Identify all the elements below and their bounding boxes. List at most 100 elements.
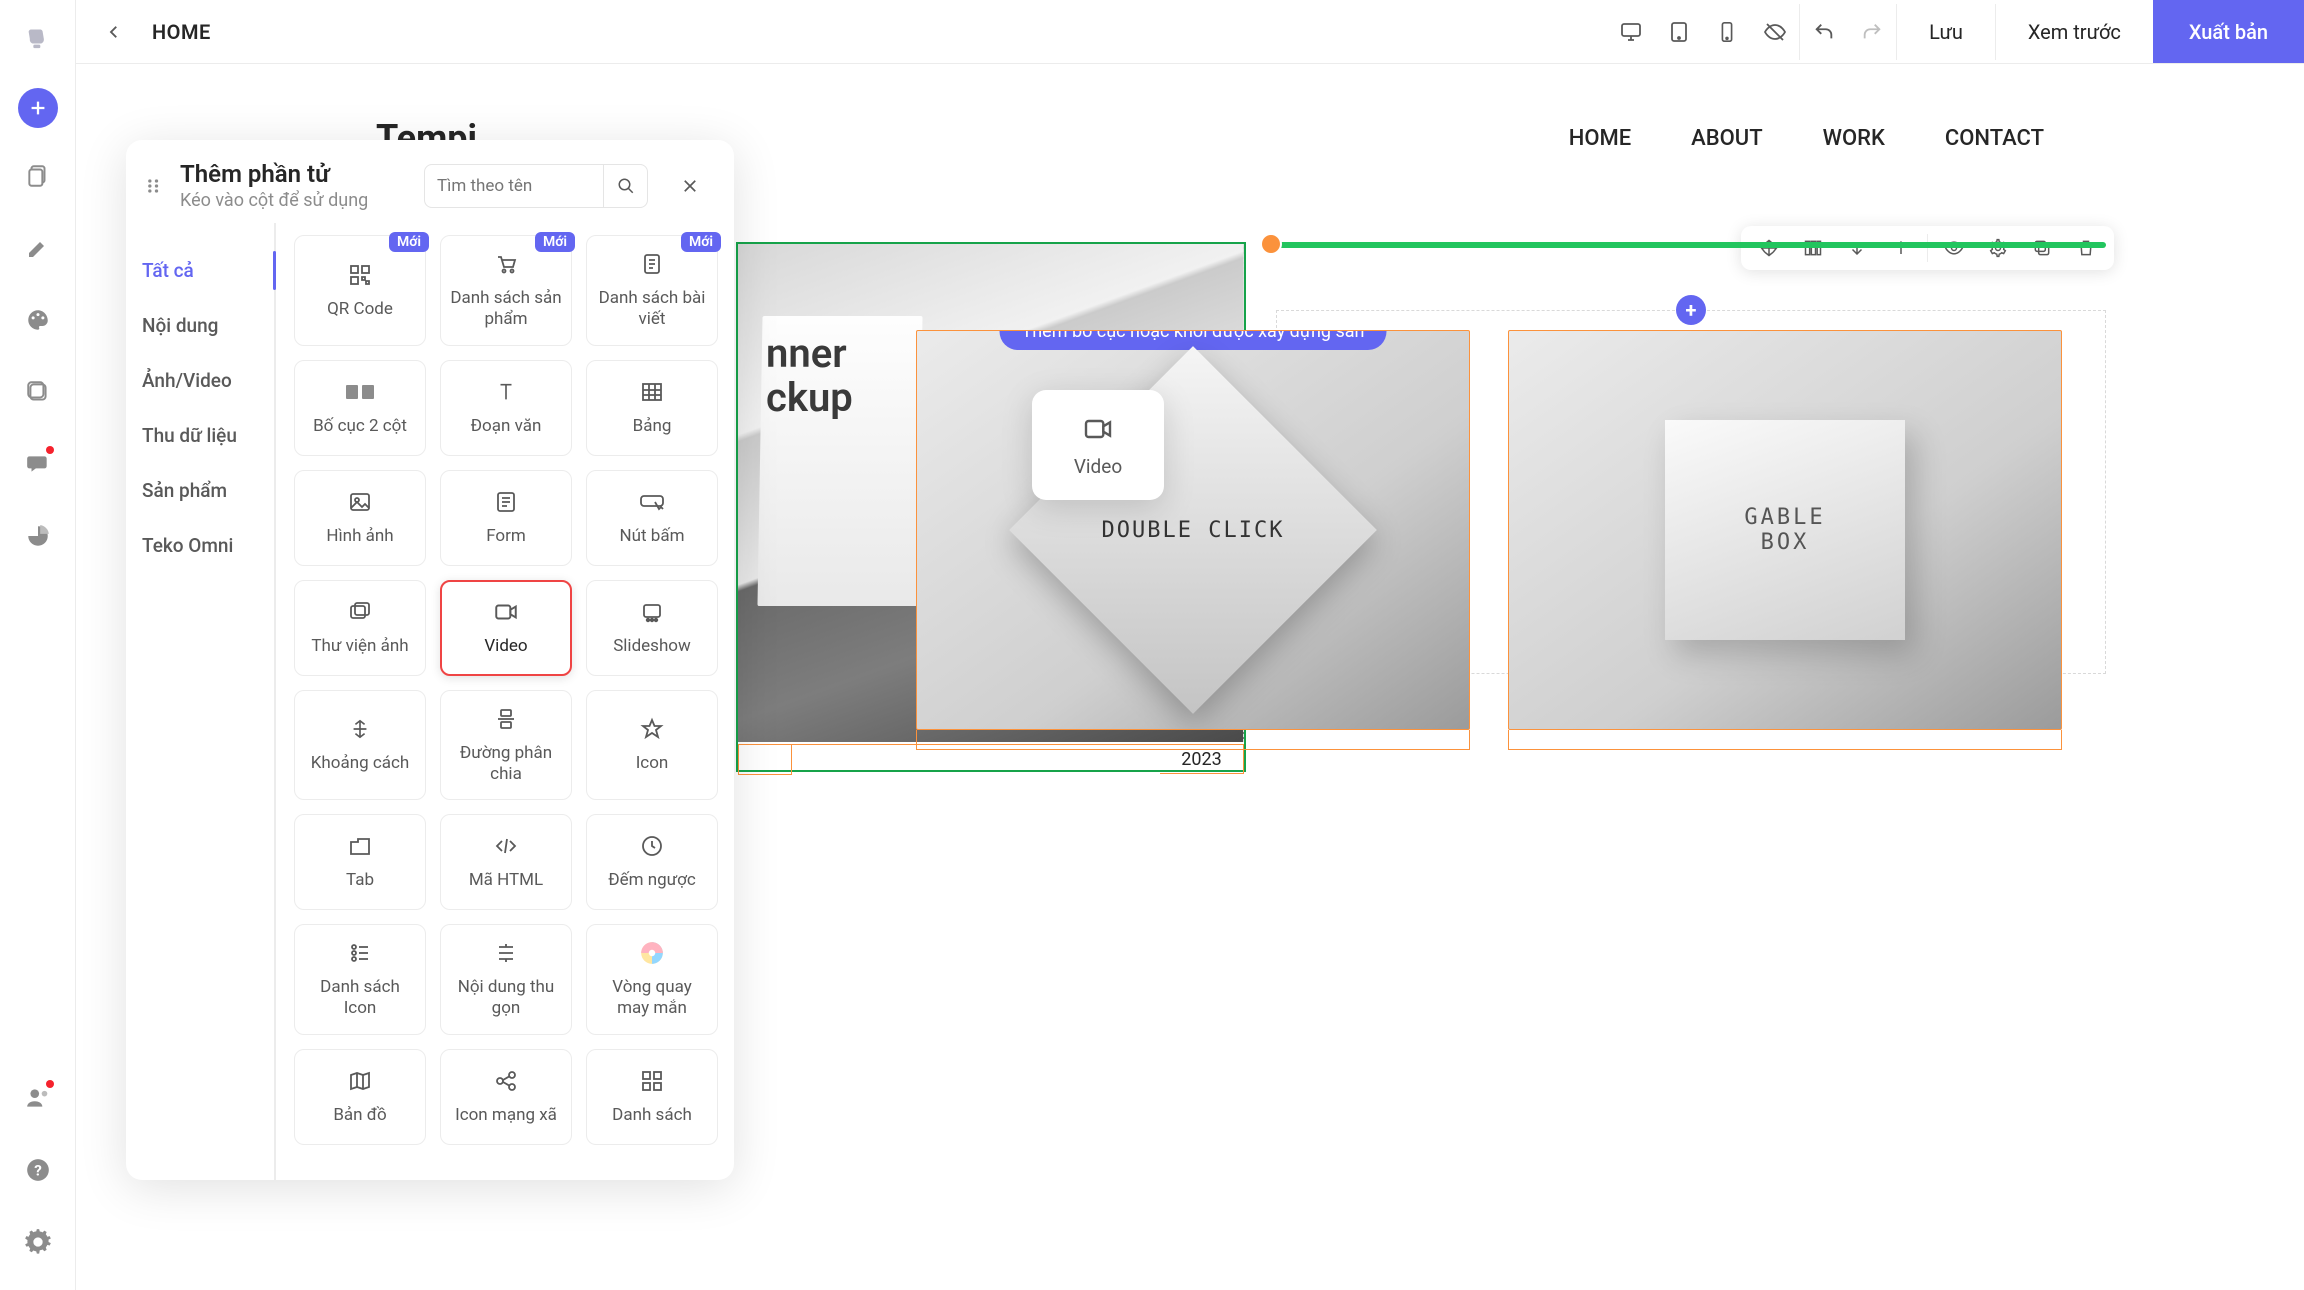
element-countdown[interactable]: Đếm ngược — [586, 814, 718, 910]
collapse-icon — [492, 939, 520, 967]
element-map[interactable]: Bản đồ — [294, 1049, 426, 1145]
element-social-icons[interactable]: Icon mạng xã — [440, 1049, 572, 1145]
svg-text:?: ? — [34, 1161, 42, 1179]
toolbar-settings-icon[interactable] — [1978, 228, 2018, 268]
banner-text: nnerckup — [766, 332, 853, 420]
rail-add-icon[interactable] — [18, 88, 58, 128]
element-tab[interactable]: Tab — [294, 814, 426, 910]
qrcode-icon — [346, 261, 374, 289]
toolbar-move-icon[interactable] — [1749, 228, 1789, 268]
grid-icon — [638, 1067, 666, 1095]
element-button[interactable]: Nút bấm — [586, 470, 718, 566]
rail-pages-icon[interactable] — [14, 152, 62, 200]
redo-icon[interactable] — [1848, 0, 1896, 63]
element-slideshow[interactable]: Slideshow — [586, 580, 718, 676]
element-image[interactable]: Hình ảnh — [294, 470, 426, 566]
clock-icon — [638, 832, 666, 860]
drop-indicator-handle[interactable] — [1260, 233, 1282, 255]
element-floating-toolbar — [1741, 226, 2114, 270]
rail-logo-icon[interactable] — [14, 16, 62, 64]
nav-work[interactable]: WORK — [1823, 126, 1885, 151]
mobile-preview-icon[interactable] — [1703, 0, 1751, 63]
element-video[interactable]: Video — [440, 580, 572, 676]
element-qrcode[interactable]: MớiQR Code — [294, 235, 426, 346]
wheel-icon — [638, 939, 666, 967]
desktop-preview-icon[interactable] — [1607, 0, 1655, 63]
topbar: HOME Lưu Xem trước Xuất bản — [76, 0, 2304, 64]
element-product-list[interactable]: MớiDanh sách sản phẩm — [440, 235, 572, 346]
rail-help-icon[interactable]: ? — [14, 1146, 62, 1194]
element-divider[interactable]: Đường phân chia — [440, 690, 572, 801]
rail-user-icon[interactable] — [14, 1074, 62, 1122]
drag-preview-video: Video — [1032, 390, 1164, 500]
category-product[interactable]: Sản phẩm — [126, 463, 274, 518]
video-icon — [492, 598, 520, 626]
element-collapsed-content[interactable]: Nội dung thu gọn — [440, 924, 572, 1035]
element-icon[interactable]: Icon — [586, 690, 718, 801]
rail-analytics-icon[interactable] — [14, 512, 62, 560]
rail-edit-icon[interactable] — [14, 224, 62, 272]
add-element-button[interactable]: + — [1676, 295, 1706, 325]
element-lucky-wheel[interactable]: Vòng quay may mắn — [586, 924, 718, 1035]
toolbar-visibility-icon[interactable] — [1934, 228, 1974, 268]
spacer-icon — [346, 715, 374, 743]
publish-button[interactable]: Xuất bản — [2153, 0, 2304, 63]
image-icon — [346, 488, 374, 516]
gallery-icon — [346, 598, 374, 626]
preview-button[interactable]: Xem trước — [1996, 0, 2153, 63]
panel-drag-handle-icon[interactable] — [144, 176, 164, 196]
category-media[interactable]: Ảnh/Video — [126, 353, 274, 408]
button-icon — [638, 488, 666, 516]
code-icon — [492, 832, 520, 860]
tab-icon — [346, 832, 374, 860]
category-all[interactable]: Tất cả — [126, 243, 274, 298]
elements-grid: MớiQR Code MớiDanh sách sản phẩm MớiDanh… — [276, 223, 734, 1180]
category-data[interactable]: Thu dữ liệu — [126, 408, 274, 463]
left-sidebar-rail: ? — [0, 0, 76, 1290]
star-icon — [638, 715, 666, 743]
nav-about[interactable]: ABOUT — [1691, 126, 1762, 151]
undo-icon[interactable] — [1800, 0, 1848, 63]
drag-preview-label: Video — [1074, 455, 1122, 478]
category-teko[interactable]: Teko Omni — [126, 518, 274, 573]
element-list[interactable]: Danh sách — [586, 1049, 718, 1145]
visibility-off-icon[interactable] — [1751, 0, 1799, 63]
rail-theme-icon[interactable] — [14, 296, 62, 344]
search-input[interactable] — [424, 164, 604, 208]
element-icon-list[interactable]: Danh sách Icon — [294, 924, 426, 1035]
element-table[interactable]: Bảng — [586, 360, 718, 456]
element-post-list[interactable]: MớiDanh sách bài viết — [586, 235, 718, 346]
element-form[interactable]: Form — [440, 470, 572, 566]
category-content[interactable]: Nội dung — [126, 298, 274, 353]
elements-panel: Thêm phần tử Kéo vào cột để sử dụng Tất … — [126, 140, 734, 1180]
toolbar-moveDown-icon[interactable] — [1837, 228, 1877, 268]
close-panel-icon[interactable] — [670, 166, 710, 206]
save-button[interactable]: Lưu — [1897, 0, 1995, 63]
search-button[interactable] — [604, 164, 648, 208]
site-nav: HOME ABOUT WORK CONTACT — [1569, 126, 2044, 151]
toolbar-moveUp-icon[interactable] — [1881, 228, 1921, 268]
tablet-preview-icon[interactable] — [1655, 0, 1703, 63]
toolbar-duplicate-icon[interactable] — [2022, 228, 2062, 268]
rail-layers-icon[interactable] — [14, 368, 62, 416]
article-icon — [638, 250, 666, 278]
portfolio-card-1[interactable]: Thêm bố cục hoặc khối được xây dựng sẵn … — [916, 330, 1470, 750]
element-spacer[interactable]: Khoảng cách — [294, 690, 426, 801]
element-paragraph[interactable]: Đoạn văn — [440, 360, 572, 456]
toolbar-columns-icon[interactable] — [1793, 228, 1833, 268]
nav-contact[interactable]: CONTACT — [1945, 126, 2044, 151]
table-icon — [638, 378, 666, 406]
element-gallery[interactable]: Thư viện ảnh — [294, 580, 426, 676]
back-button[interactable] — [100, 18, 128, 46]
element-layout-2col[interactable]: Bố cục 2 cột — [294, 360, 426, 456]
text-icon — [492, 378, 520, 406]
video-icon — [1082, 413, 1114, 445]
element-html[interactable]: Mã HTML — [440, 814, 572, 910]
slideshow-icon — [638, 598, 666, 626]
page-title: HOME — [152, 20, 211, 44]
nav-home[interactable]: HOME — [1569, 126, 1631, 151]
portfolio-card-2[interactable]: GABLE BOX — [1508, 330, 2062, 750]
toolbar-delete-icon[interactable] — [2066, 228, 2106, 268]
rail-settings-icon[interactable] — [14, 1218, 62, 1266]
rail-chat-icon[interactable] — [14, 440, 62, 488]
